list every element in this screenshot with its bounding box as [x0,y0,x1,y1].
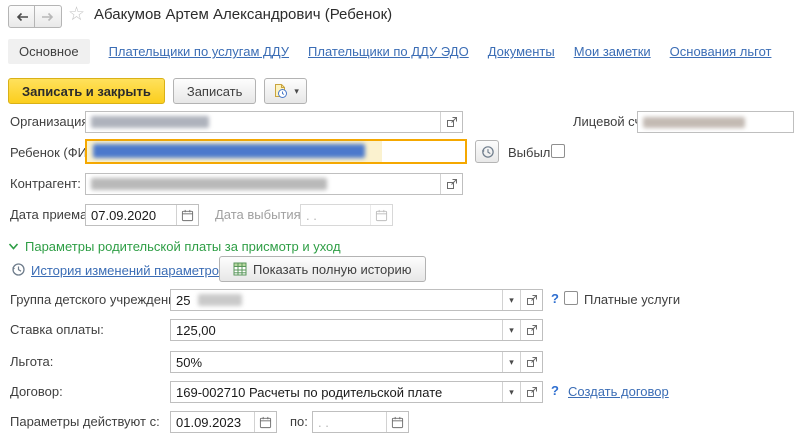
contract-label: Договор: [10,384,63,399]
back-button[interactable] [8,5,35,28]
save-label: Записать [187,84,243,99]
tab-link-payers-ddu-edo[interactable]: Плательщики по ДДУ ЭДО [308,44,469,59]
valid-to-placeholder: . . [313,412,386,432]
admission-date-value[interactable]: 07.09.2020 [86,205,176,225]
tab-main[interactable]: Основное [8,39,90,64]
paid-services-checkbox[interactable] [564,291,578,305]
redacted-organization-value [91,116,209,128]
rate-label: Ставка оплаты: [10,322,104,337]
contract-dropdown-icon[interactable]: ▾ [502,382,520,402]
rate-open-icon[interactable] [520,320,542,340]
group-open-icon[interactable] [520,290,542,310]
valid-to-field[interactable]: . . [312,411,409,433]
paid-services-label: Платные услуги [584,292,680,307]
save-and-close-button[interactable]: Записать и закрыть [8,78,165,104]
redacted-personal-account-value [643,117,745,128]
benefit-value: 50% [171,352,502,372]
organization-field[interactable] [85,111,463,133]
departure-calendar-icon [370,205,392,225]
history-clock-icon [480,144,495,159]
departure-date-field: . . [300,204,393,226]
rate-value: 125,00 [171,320,502,340]
tab-link-documents[interactable]: Документы [488,44,555,59]
create-based-on-button[interactable]: ▾ [264,78,307,104]
organization-label: Организация: [10,114,92,129]
benefit-dropdown-icon[interactable]: ▾ [502,352,520,372]
valid-from-label: Параметры действуют с: [10,414,160,429]
departure-date-label: Дата выбытия: [215,207,304,222]
counterparty-open-icon[interactable] [440,174,462,194]
group-help-icon[interactable]: ? [551,291,559,306]
tab-link-payers-ddu[interactable]: Плательщики по услугам ДДУ [109,44,289,59]
tab-link-benefit-grounds[interactable]: Основания льгот [670,44,772,59]
admission-date-label: Дата приема: [10,207,91,222]
favorite-star-icon[interactable]: ☆ [68,3,85,27]
table-grid-icon [233,262,247,276]
create-contract-link[interactable]: Создать договор [568,384,669,399]
show-full-history-button[interactable]: Показать полную историю [219,256,426,282]
params-history-link[interactable]: История изменений параметров [31,263,226,278]
page-title: Абакумов Артем Александрович (Ребенок) [94,6,392,23]
child-history-button[interactable] [475,140,499,163]
contract-value: 169-002710 Расчеты по родительской плате [171,382,502,402]
chevron-down-icon [8,242,19,251]
rate-dropdown-icon[interactable]: ▾ [502,320,520,340]
back-arrow-icon [15,12,29,22]
tab-link-my-notes[interactable]: Мои заметки [574,44,651,59]
departure-date-placeholder: . . [301,205,370,225]
valid-from-value[interactable]: 01.09.2023 [171,412,254,432]
contract-field[interactable]: 169-002710 Расчеты по родительской плате… [170,381,543,403]
organization-open-icon[interactable] [440,112,462,132]
section-title: Параметры родительской платы за присмотр… [25,239,341,254]
valid-to-calendar-icon[interactable] [386,412,408,432]
group-dropdown-icon[interactable]: ▾ [502,290,520,310]
save-and-close-label: Записать и закрыть [22,84,151,99]
toolbar: Записать и закрыть Записать ▾ [8,78,307,104]
personal-account-field[interactable] [637,111,794,133]
contract-help-icon[interactable]: ? [551,383,559,398]
show-full-history-label: Показать полную историю [253,262,412,277]
child-card-form: ☆ Абакумов Артем Александрович (Ребенок)… [0,0,800,443]
benefit-field[interactable]: 50% ▾ [170,351,543,373]
left-flag-checkbox[interactable] [551,144,565,158]
contract-open-icon[interactable] [520,382,542,402]
forward-arrow-icon [41,12,55,22]
caret-down-icon: ▾ [294,86,299,97]
benefit-open-icon[interactable] [520,352,542,372]
child-name-field[interactable] [85,139,467,164]
group-value: 25 [176,293,190,308]
group-label: Группа детского учреждения: [10,292,186,307]
admission-calendar-icon[interactable] [176,205,198,225]
history-clock-icon [10,261,26,277]
save-button[interactable]: Записать [173,78,257,104]
admission-date-field[interactable]: 07.09.2020 [85,204,199,226]
counterparty-field[interactable] [85,173,463,195]
redacted-counterparty-value [91,178,327,190]
counterparty-label: Контрагент: [10,176,81,191]
valid-to-label: по: [290,414,308,429]
left-flag-label: Выбыл: [508,145,554,160]
tab-bar: Основное Плательщики по услугам ДДУ Плат… [0,38,800,65]
document-clock-icon [272,83,288,99]
valid-from-field[interactable]: 01.09.2023 [170,411,277,433]
nav-buttons [8,5,62,28]
redacted-child-name-value [93,144,365,158]
group-field[interactable]: 25 ▾ [170,289,543,311]
redacted-group-value [198,294,242,306]
rate-field[interactable]: 125,00 ▾ [170,319,543,341]
valid-from-calendar-icon[interactable] [254,412,276,432]
benefit-label: Льгота: [10,354,53,369]
forward-button[interactable] [35,5,62,28]
payment-params-section-header[interactable]: Параметры родительской платы за присмотр… [8,239,341,254]
